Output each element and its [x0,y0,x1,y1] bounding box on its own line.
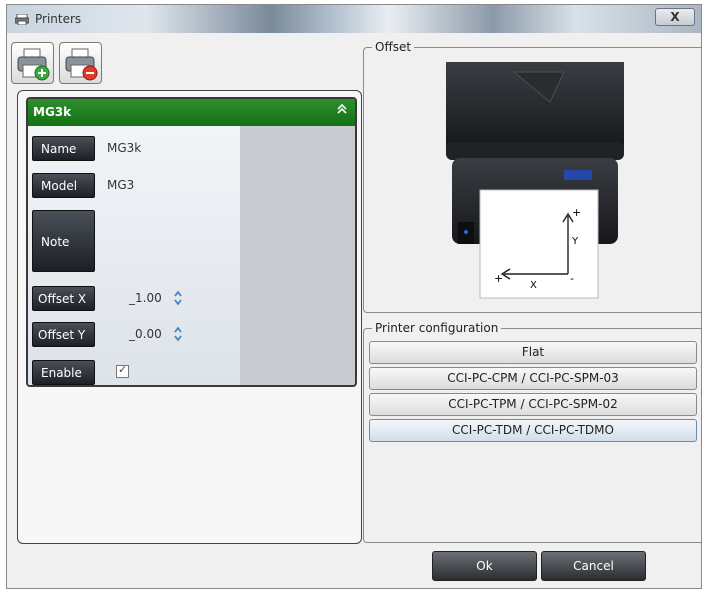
enable-checkbox[interactable]: ✓ [116,363,129,378]
printer-configuration-label: Printer configuration [372,321,502,335]
config-option-tdm[interactable]: CCI-PC-TDM / CCI-PC-TDMO [369,419,697,442]
printer-add-icon [17,48,50,81]
printer-card-body: Name MG3k Model MG3 Note Offset X _1.00 … [28,126,240,385]
printer-offset-illustration: + Y - + X [446,62,624,299]
add-printer-button[interactable] [11,42,54,84]
printer-card: MG3k Name MG3k Model MG3 Note Offset X _… [26,97,357,387]
offset-x-spinner-icon[interactable] [173,290,183,306]
diagram-x-axis: X [530,280,537,291]
printer-card-header[interactable]: MG3k [28,99,355,126]
config-option-cpm[interactable]: CCI-PC-CPM / CCI-PC-SPM-03 [369,367,697,390]
config-option-flat[interactable]: Flat [369,341,697,364]
offset-group: Offset + Y - + X [363,40,702,313]
cancel-button[interactable]: Cancel [541,551,646,581]
diagram-minus-bottom: - [570,272,574,285]
close-button[interactable]: X [655,8,695,26]
printer-list-panel: MG3k Name MG3k Model MG3 Note Offset X _… [17,90,362,544]
printer-configuration-group: Printer configuration Flat CCI-PC-CPM / … [363,321,702,543]
title-bar[interactable]: Printers X [7,5,701,33]
offset-y-input[interactable]: _0.00 [129,327,162,341]
collapse-icon[interactable] [337,103,347,117]
window-title: Printers [35,12,82,26]
enable-label: Enable [32,360,95,385]
printer-remove-icon [65,48,98,81]
offset-x-input[interactable]: _1.00 [129,291,162,305]
printer-card-title: MG3k [33,105,72,119]
model-value[interactable]: MG3 [107,178,134,192]
printer-icon [15,14,29,25]
note-label: Note [32,210,95,272]
ok-button[interactable]: Ok [432,551,537,581]
diagram-plus-top: + [572,206,581,219]
diagram-plus-left: + [494,272,503,285]
printers-window: Printers X MG3k Name MG3k Model MG3 Note… [6,4,702,589]
name-value[interactable]: MG3k [107,141,141,155]
remove-printer-button[interactable] [59,42,102,84]
checkmark-icon: ✓ [118,363,128,376]
name-label: Name [32,136,95,161]
diagram-y-axis: Y [571,236,579,247]
offset-x-label: Offset X [32,286,95,311]
offset-group-label: Offset [372,40,415,54]
model-label: Model [32,173,95,198]
config-option-tpm[interactable]: CCI-PC-TPM / CCI-PC-SPM-02 [369,393,697,416]
offset-y-label: Offset Y [32,322,95,347]
offset-y-spinner-icon[interactable] [173,326,183,342]
